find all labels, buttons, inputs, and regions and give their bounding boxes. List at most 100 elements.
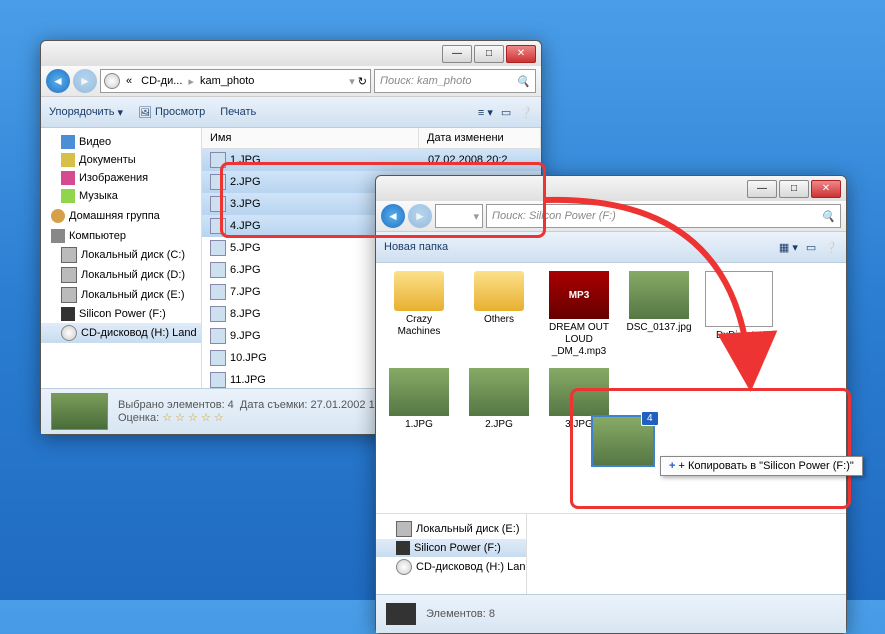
file-item[interactable]: 1.JPG — [384, 368, 454, 431]
homegroup-icon — [51, 209, 65, 223]
copy-tooltip: + + Копировать в "Silicon Power (F:)" — [660, 456, 863, 476]
print-button[interactable]: Печать — [220, 106, 256, 118]
organize-menu[interactable]: Упорядочить ▾ — [49, 106, 123, 119]
drag-preview: 4 — [585, 415, 660, 470]
navbar: ◄ ► « CD-ди... ▸ kam_photo ▾ ↻ Поиск: ka… — [41, 66, 541, 97]
close-button[interactable]: ✕ — [506, 45, 536, 63]
image-file-icon — [210, 262, 226, 278]
breadcrumb-seg[interactable]: kam_photo — [197, 75, 257, 87]
sidebar-drive[interactable]: CD-дисковод (H:) Land — [41, 323, 201, 343]
sidebar: ВидеоДокументыИзображенияМузыкаДомашняя … — [41, 128, 202, 388]
chevron-right-icon: ▸ — [188, 75, 194, 88]
mp3-icon: MP3 — [549, 271, 609, 319]
maximize-button[interactable]: □ — [474, 45, 504, 63]
column-name[interactable]: Имя — [202, 128, 419, 148]
sidebar-drive[interactable]: Silicon Power (F:) — [41, 305, 201, 323]
image-file-icon — [210, 306, 226, 322]
image-file-icon — [210, 152, 226, 168]
nav-back-button[interactable]: ◄ — [46, 69, 70, 93]
sidebar-drive[interactable]: Локальный диск (E:) — [376, 519, 526, 539]
plus-icon: + — [669, 460, 675, 472]
hdd-icon — [396, 521, 412, 537]
address-bar[interactable]: ▾ — [435, 204, 483, 228]
jpg-icon — [549, 368, 609, 416]
search-icon[interactable]: 🔍 — [516, 75, 530, 88]
preview-pane-button[interactable]: ▭ — [806, 241, 816, 254]
search-placeholder: Поиск: Silicon Power (F:) — [492, 210, 616, 222]
image-file-icon — [210, 174, 226, 190]
explorer-window-target: — □ ✕ ◄ ► ▾ Поиск: Silicon Power (F:) 🔍 … — [375, 175, 847, 634]
music-icon — [61, 189, 75, 203]
minimize-button[interactable]: — — [442, 45, 472, 63]
minimize-button[interactable]: — — [747, 180, 777, 198]
titlebar[interactable]: — □ ✕ — [41, 41, 541, 66]
file-item[interactable]: DSC_0137.jpg — [624, 271, 694, 358]
sidebar-group-homegroup[interactable]: Домашняя группа — [41, 205, 201, 225]
cd-icon — [396, 559, 412, 575]
thumbnail-preview — [51, 393, 108, 430]
close-button[interactable]: ✕ — [811, 180, 841, 198]
refresh-icon[interactable]: ↻ — [358, 75, 367, 88]
folder-icon — [394, 271, 444, 311]
breadcrumb-seg[interactable]: « — [123, 75, 135, 87]
view-menu[interactable]: ▦ ▾ — [779, 241, 798, 254]
search-input[interactable]: Поиск: Silicon Power (F:) 🔍 — [486, 204, 841, 228]
file-item[interactable]: 2.JPG — [464, 368, 534, 431]
computer-icon — [51, 229, 65, 243]
drive-icon — [104, 73, 120, 89]
sidebar-drive[interactable]: CD-дисковод (H:) Land — [376, 557, 526, 577]
file-item[interactable]: DxDiag.txt — [704, 271, 774, 358]
file-item[interactable]: Crazy Machines — [384, 271, 454, 358]
sidebar-item[interactable]: Документы — [41, 151, 201, 169]
chevron-down-icon[interactable]: ▾ — [349, 75, 355, 88]
img-icon — [61, 171, 75, 185]
nav-back-button[interactable]: ◄ — [381, 204, 405, 228]
sidebar-group-computer[interactable]: Компьютер — [41, 225, 201, 245]
navbar: ◄ ► ▾ Поиск: Silicon Power (F:) 🔍 — [376, 201, 846, 232]
drag-count-badge: 4 — [641, 411, 659, 426]
preview-pane-button[interactable]: ▭ — [501, 106, 511, 119]
toolbar: Новая папка ▦ ▾ ▭ ❔ — [376, 232, 846, 263]
new-folder-button[interactable]: Новая папка — [384, 241, 448, 253]
file-item[interactable]: MP3DREAM OUT LOUD _DM_4.mp3 — [544, 271, 614, 358]
view-menu[interactable]: ≡ ▾ — [478, 106, 493, 119]
jpg-icon — [629, 271, 689, 319]
usb-icon — [61, 307, 75, 321]
nav-forward-button[interactable]: ► — [408, 204, 432, 228]
help-button[interactable]: ❔ — [519, 106, 533, 119]
sidebar-item[interactable]: Изображения — [41, 169, 201, 187]
sidebar-item[interactable]: Музыка — [41, 187, 201, 205]
toolbar: Упорядочить ▾ 🖼 Просмотр Печать ≡ ▾ ▭ ❔ — [41, 97, 541, 128]
element-count: Элементов: 8 — [426, 608, 495, 620]
sidebar-drive[interactable]: Silicon Power (F:) — [376, 539, 526, 557]
column-date[interactable]: Дата изменени — [419, 128, 541, 148]
search-placeholder: Поиск: kam_photo — [380, 75, 471, 87]
jpg-icon — [389, 368, 449, 416]
address-bar[interactable]: « CD-ди... ▸ kam_photo ▾ ↻ — [100, 69, 371, 93]
chevron-down-icon[interactable]: ▾ — [473, 210, 479, 223]
search-input[interactable]: Поиск: kam_photo 🔍 — [374, 69, 536, 93]
file-item[interactable]: Others — [464, 271, 534, 358]
image-file-icon — [210, 196, 226, 212]
nav-forward-button[interactable]: ► — [73, 69, 97, 93]
file-row[interactable]: 1.JPG07.02.2008 20:2 — [202, 149, 541, 171]
sidebar-drive[interactable]: Локальный диск (E:) — [41, 285, 201, 305]
txt-icon — [705, 271, 773, 327]
preview-button[interactable]: 🖼 Просмотр — [138, 106, 205, 119]
breadcrumb-seg[interactable]: CD-ди... — [138, 75, 185, 87]
sidebar-item[interactable]: Видео — [41, 133, 201, 151]
image-file-icon — [210, 284, 226, 300]
folder-icon — [474, 271, 524, 311]
maximize-button[interactable]: □ — [779, 180, 809, 198]
search-icon[interactable]: 🔍 — [821, 210, 835, 223]
jpg-icon — [469, 368, 529, 416]
image-file-icon — [210, 218, 226, 234]
sidebar-drive[interactable]: Локальный диск (D:) — [41, 265, 201, 285]
image-file-icon — [210, 372, 226, 388]
titlebar[interactable]: — □ ✕ — [376, 176, 846, 201]
sidebar-drive[interactable]: Локальный диск (C:) — [41, 245, 201, 265]
help-button[interactable]: ❔ — [824, 241, 838, 254]
selection-count: Выбрано элементов: 4 — [118, 399, 234, 411]
usb-icon — [396, 541, 410, 555]
hdd-icon — [61, 287, 77, 303]
